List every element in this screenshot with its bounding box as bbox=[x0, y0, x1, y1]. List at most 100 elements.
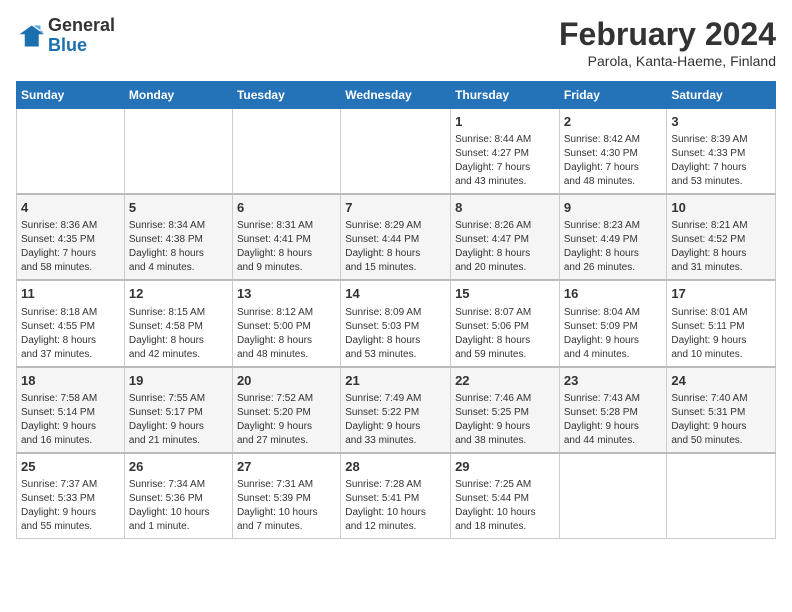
day-number: 25 bbox=[21, 458, 120, 476]
day-number: 8 bbox=[455, 199, 555, 217]
day-detail: Sunrise: 7:43 AM Sunset: 5:28 PM Dayligh… bbox=[564, 392, 663, 448]
day-detail: Sunrise: 7:25 AM Sunset: 5:44 PM Dayligh… bbox=[455, 478, 555, 534]
day-number: 6 bbox=[237, 199, 336, 217]
calendar-day-cell: 23Sunrise: 7:43 AM Sunset: 5:28 PM Dayli… bbox=[559, 367, 667, 453]
calendar-day-cell: 27 Sunrise: 7:31 AM Sunset: 5:39 PM Dayli… bbox=[232, 453, 340, 539]
day-detail: Sunrise: 7:37 AM Sunset: 5:33 PM Dayligh… bbox=[21, 478, 120, 534]
logo: General Blue bbox=[16, 16, 115, 56]
day-detail: Sunrise: 8:18 AM Sunset: 4:55 PM Dayligh… bbox=[21, 306, 120, 362]
calendar-day-cell: 29Sunrise: 7:25 AM Sunset: 5:44 PM Dayli… bbox=[451, 453, 560, 539]
calendar-day-cell: 15 Sunrise: 8:07 AM Sunset: 5:06 PM Dayli… bbox=[451, 280, 560, 366]
calendar-week-row: 11 Sunrise: 8:18 AM Sunset: 4:55 PM Dayli… bbox=[17, 280, 776, 366]
day-detail: Sunrise: 8:29 AM Sunset: 4:44 PM Dayligh… bbox=[345, 219, 446, 275]
day-detail: Sunrise: 8:31 AM Sunset: 4:41 PM Dayligh… bbox=[237, 219, 336, 275]
calendar-day-cell bbox=[559, 453, 667, 539]
weekday-header: Saturday bbox=[667, 82, 776, 109]
logo-icon bbox=[16, 22, 44, 50]
weekday-header: Thursday bbox=[451, 82, 560, 109]
calendar-week-row: 18Sunrise: 7:58 AM Sunset: 5:14 PM Dayli… bbox=[17, 367, 776, 453]
day-detail: Sunrise: 8:44 AM Sunset: 4:27 PM Dayligh… bbox=[455, 133, 555, 189]
weekday-header: Monday bbox=[124, 82, 232, 109]
day-number: 22 bbox=[455, 372, 555, 390]
calendar-day-cell: 28Sunrise: 7:28 AM Sunset: 5:41 PM Dayli… bbox=[341, 453, 451, 539]
calendar-day-cell: 16 Sunrise: 8:04 AM Sunset: 5:09 PM Dayli… bbox=[559, 280, 667, 366]
calendar-day-cell bbox=[667, 453, 776, 539]
day-number: 15 bbox=[455, 285, 555, 303]
day-detail: Sunrise: 7:58 AM Sunset: 5:14 PM Dayligh… bbox=[21, 392, 120, 448]
day-number: 4 bbox=[21, 199, 120, 217]
day-number: 16 bbox=[564, 285, 663, 303]
calendar-day-cell bbox=[232, 109, 340, 195]
calendar-day-cell bbox=[17, 109, 125, 195]
day-detail: Sunrise: 7:46 AM Sunset: 5:25 PM Dayligh… bbox=[455, 392, 555, 448]
calendar-week-row: 1 Sunrise: 8:44 AM Sunset: 4:27 PM Daylig… bbox=[17, 109, 776, 195]
day-detail: Sunrise: 8:07 AM Sunset: 5:06 PM Dayligh… bbox=[455, 306, 555, 362]
calendar-day-cell: 8 Sunrise: 8:26 AM Sunset: 4:47 PM Daylig… bbox=[451, 194, 560, 280]
weekday-header: Sunday bbox=[17, 82, 125, 109]
day-number: 17 bbox=[671, 285, 771, 303]
calendar-week-row: 25 Sunrise: 7:37 AM Sunset: 5:33 PM Dayli… bbox=[17, 453, 776, 539]
calendar-day-cell: 20 Sunrise: 7:52 AM Sunset: 5:20 PM Dayli… bbox=[232, 367, 340, 453]
day-number: 27 bbox=[237, 458, 336, 476]
day-detail: Sunrise: 7:28 AM Sunset: 5:41 PM Dayligh… bbox=[345, 478, 446, 534]
calendar-table: SundayMondayTuesdayWednesdayThursdayFrid… bbox=[16, 81, 776, 539]
day-detail: Sunrise: 7:49 AM Sunset: 5:22 PM Dayligh… bbox=[345, 392, 446, 448]
day-detail: Sunrise: 8:12 AM Sunset: 5:00 PM Dayligh… bbox=[237, 306, 336, 362]
calendar-day-cell: 10Sunrise: 8:21 AM Sunset: 4:52 PM Dayli… bbox=[667, 194, 776, 280]
main-title: February 2024 bbox=[559, 16, 776, 53]
day-detail: Sunrise: 8:09 AM Sunset: 5:03 PM Dayligh… bbox=[345, 306, 446, 362]
day-detail: Sunrise: 8:34 AM Sunset: 4:38 PM Dayligh… bbox=[129, 219, 228, 275]
day-number: 26 bbox=[129, 458, 228, 476]
calendar-day-cell: 26 Sunrise: 7:34 AM Sunset: 5:36 PM Dayli… bbox=[124, 453, 232, 539]
calendar-day-cell: 14 Sunrise: 8:09 AM Sunset: 5:03 PM Dayli… bbox=[341, 280, 451, 366]
day-detail: Sunrise: 7:34 AM Sunset: 5:36 PM Dayligh… bbox=[129, 478, 228, 534]
day-number: 5 bbox=[129, 199, 228, 217]
day-number: 10 bbox=[671, 199, 771, 217]
day-number: 12 bbox=[129, 285, 228, 303]
calendar-day-cell bbox=[341, 109, 451, 195]
title-area: February 2024 Parola, Kanta-Haeme, Finla… bbox=[559, 16, 776, 69]
calendar-day-cell: 17Sunrise: 8:01 AM Sunset: 5:11 PM Dayli… bbox=[667, 280, 776, 366]
day-detail: Sunrise: 7:40 AM Sunset: 5:31 PM Dayligh… bbox=[671, 392, 771, 448]
day-detail: Sunrise: 8:42 AM Sunset: 4:30 PM Dayligh… bbox=[564, 133, 663, 189]
calendar-day-cell bbox=[124, 109, 232, 195]
day-number: 20 bbox=[237, 372, 336, 390]
calendar-day-cell: 1 Sunrise: 8:44 AM Sunset: 4:27 PM Daylig… bbox=[451, 109, 560, 195]
day-detail: Sunrise: 7:31 AM Sunset: 5:39 PM Dayligh… bbox=[237, 478, 336, 534]
day-detail: Sunrise: 8:26 AM Sunset: 4:47 PM Dayligh… bbox=[455, 219, 555, 275]
day-number: 11 bbox=[21, 285, 120, 303]
day-detail: Sunrise: 8:04 AM Sunset: 5:09 PM Dayligh… bbox=[564, 306, 663, 362]
day-detail: Sunrise: 7:52 AM Sunset: 5:20 PM Dayligh… bbox=[237, 392, 336, 448]
weekday-header: Friday bbox=[559, 82, 667, 109]
day-detail: Sunrise: 8:36 AM Sunset: 4:35 PM Dayligh… bbox=[21, 219, 120, 275]
day-number: 21 bbox=[345, 372, 446, 390]
day-number: 24 bbox=[671, 372, 771, 390]
calendar-day-cell: 19Sunrise: 7:55 AM Sunset: 5:17 PM Dayli… bbox=[124, 367, 232, 453]
calendar-day-cell: 13 Sunrise: 8:12 AM Sunset: 5:00 PM Dayli… bbox=[232, 280, 340, 366]
page-header: General Blue February 2024 Parola, Kanta… bbox=[16, 16, 776, 69]
weekday-header-row: SundayMondayTuesdayWednesdayThursdayFrid… bbox=[17, 82, 776, 109]
calendar-day-cell: 2Sunrise: 8:42 AM Sunset: 4:30 PM Daylig… bbox=[559, 109, 667, 195]
day-number: 13 bbox=[237, 285, 336, 303]
calendar-day-cell: 18Sunrise: 7:58 AM Sunset: 5:14 PM Dayli… bbox=[17, 367, 125, 453]
calendar-day-cell: 21 Sunrise: 7:49 AM Sunset: 5:22 PM Dayli… bbox=[341, 367, 451, 453]
day-number: 1 bbox=[455, 113, 555, 131]
day-number: 14 bbox=[345, 285, 446, 303]
calendar-day-cell: 9Sunrise: 8:23 AM Sunset: 4:49 PM Daylig… bbox=[559, 194, 667, 280]
subtitle: Parola, Kanta-Haeme, Finland bbox=[559, 53, 776, 69]
calendar-day-cell: 5 Sunrise: 8:34 AM Sunset: 4:38 PM Daylig… bbox=[124, 194, 232, 280]
calendar-day-cell: 24 Sunrise: 7:40 AM Sunset: 5:31 PM Dayli… bbox=[667, 367, 776, 453]
day-detail: Sunrise: 8:39 AM Sunset: 4:33 PM Dayligh… bbox=[671, 133, 771, 189]
day-number: 19 bbox=[129, 372, 228, 390]
calendar-day-cell: 22 Sunrise: 7:46 AM Sunset: 5:25 PM Dayli… bbox=[451, 367, 560, 453]
calendar-week-row: 4 Sunrise: 8:36 AM Sunset: 4:35 PM Daylig… bbox=[17, 194, 776, 280]
day-number: 3 bbox=[671, 113, 771, 131]
calendar-day-cell: 11 Sunrise: 8:18 AM Sunset: 4:55 PM Dayli… bbox=[17, 280, 125, 366]
calendar-day-cell: 7Sunrise: 8:29 AM Sunset: 4:44 PM Daylig… bbox=[341, 194, 451, 280]
logo-text: General Blue bbox=[48, 16, 115, 56]
calendar-day-cell: 4 Sunrise: 8:36 AM Sunset: 4:35 PM Daylig… bbox=[17, 194, 125, 280]
calendar-day-cell: 25 Sunrise: 7:37 AM Sunset: 5:33 PM Dayli… bbox=[17, 453, 125, 539]
calendar-day-cell: 12Sunrise: 8:15 AM Sunset: 4:58 PM Dayli… bbox=[124, 280, 232, 366]
calendar-day-cell: 3 Sunrise: 8:39 AM Sunset: 4:33 PM Daylig… bbox=[667, 109, 776, 195]
day-number: 9 bbox=[564, 199, 663, 217]
